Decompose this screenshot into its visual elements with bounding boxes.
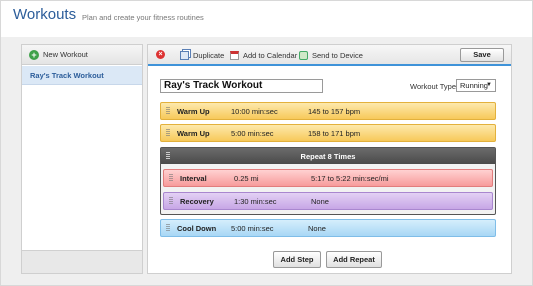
drag-handle-icon[interactable] [169,174,173,182]
drag-handle-icon[interactable] [169,197,173,205]
plus-icon: + [29,50,39,60]
step-duration: 1:30 min:sec [234,197,277,206]
workout-name-input[interactable]: Ray's Track Workout [160,79,323,93]
new-workout-label: New Workout [43,50,88,59]
add-step-button[interactable]: Add Step [273,251,321,268]
workout-editor: × Duplicate Add to Calendar Send to Devi… [147,44,512,274]
step-name: Interval [180,174,207,183]
step-name: Cool Down [177,224,217,233]
step-name: Warm Up [177,107,210,116]
workout-type-select[interactable]: Running ▼ [456,79,496,92]
add-to-calendar-button[interactable]: Add to Calendar [230,48,297,62]
repeat-block[interactable]: Repeat 8 Times Interval 0.25 mi 5:17 to … [160,147,496,215]
duplicate-button[interactable]: Duplicate [180,48,224,62]
step-duration: 0.25 mi [234,174,259,183]
step-target: 145 to 157 bpm [308,107,361,116]
step-name: Recovery [180,197,214,206]
new-workout-button[interactable]: + New Workout [22,45,142,65]
step-name: Warm Up [177,129,210,138]
drag-handle-icon[interactable] [166,107,170,115]
workout-step-cool-down[interactable]: Cool Down 5:00 min:sec None [160,219,496,237]
workout-step-warm-up[interactable]: Warm Up 5:00 min:sec 158 to 171 bpm [160,124,496,142]
step-duration: 5:00 min:sec [231,129,274,138]
step-duration: 10:00 min:sec [231,107,278,116]
add-to-calendar-label: Add to Calendar [243,50,298,60]
workout-step-warm-up[interactable]: Warm Up 10:00 min:sec 145 to 157 bpm [160,102,496,120]
send-to-device-button[interactable]: Send to Device [299,48,363,62]
step-target: None [311,197,329,206]
page-header: Workouts Plan and create your fitness ro… [1,1,532,37]
duplicate-icon [180,50,189,60]
duplicate-label: Duplicate [193,50,225,60]
app-window: Workouts Plan and create your fitness ro… [0,0,533,286]
step-target: 5:17 to 5:22 min:sec/mi [311,174,389,183]
repeat-header[interactable]: Repeat 8 Times [161,148,495,164]
step-duration: 5:00 min:sec [231,224,274,233]
add-repeat-button[interactable]: Add Repeat [326,251,382,268]
workout-step-recovery[interactable]: Recovery 1:30 min:sec None [163,192,493,210]
workout-step-interval[interactable]: Interval 0.25 mi 5:17 to 5:22 min:sec/mi [163,169,493,187]
chevron-down-icon: ▼ [486,82,492,88]
calendar-icon [230,50,239,60]
delete-icon[interactable]: × [156,50,165,59]
drag-handle-icon[interactable] [166,129,170,137]
step-target: 158 to 171 bpm [308,129,361,138]
sidebar-item-rays-track-workout[interactable]: Ray's Track Workout [22,66,142,85]
step-target: None [308,224,326,233]
send-to-device-label: Send to Device [312,50,363,60]
sidebar-item-label: Ray's Track Workout [30,71,104,80]
device-icon [299,50,308,60]
repeat-label: Repeat 8 Times [300,152,356,161]
workout-type-value: Running [460,81,488,90]
workout-type-label: Workout Type [410,82,456,91]
workout-list-sidebar: + New Workout Ray's Track Workout [21,44,143,274]
save-button[interactable]: Save [460,48,504,62]
drag-handle-icon[interactable] [166,224,170,232]
editor-toolbar: × Duplicate Add to Calendar Send to Devi… [148,45,511,66]
sidebar-footer [22,250,142,273]
page-title: Workouts [13,6,77,23]
page-subtitle: Plan and create your fitness routines [82,13,204,22]
